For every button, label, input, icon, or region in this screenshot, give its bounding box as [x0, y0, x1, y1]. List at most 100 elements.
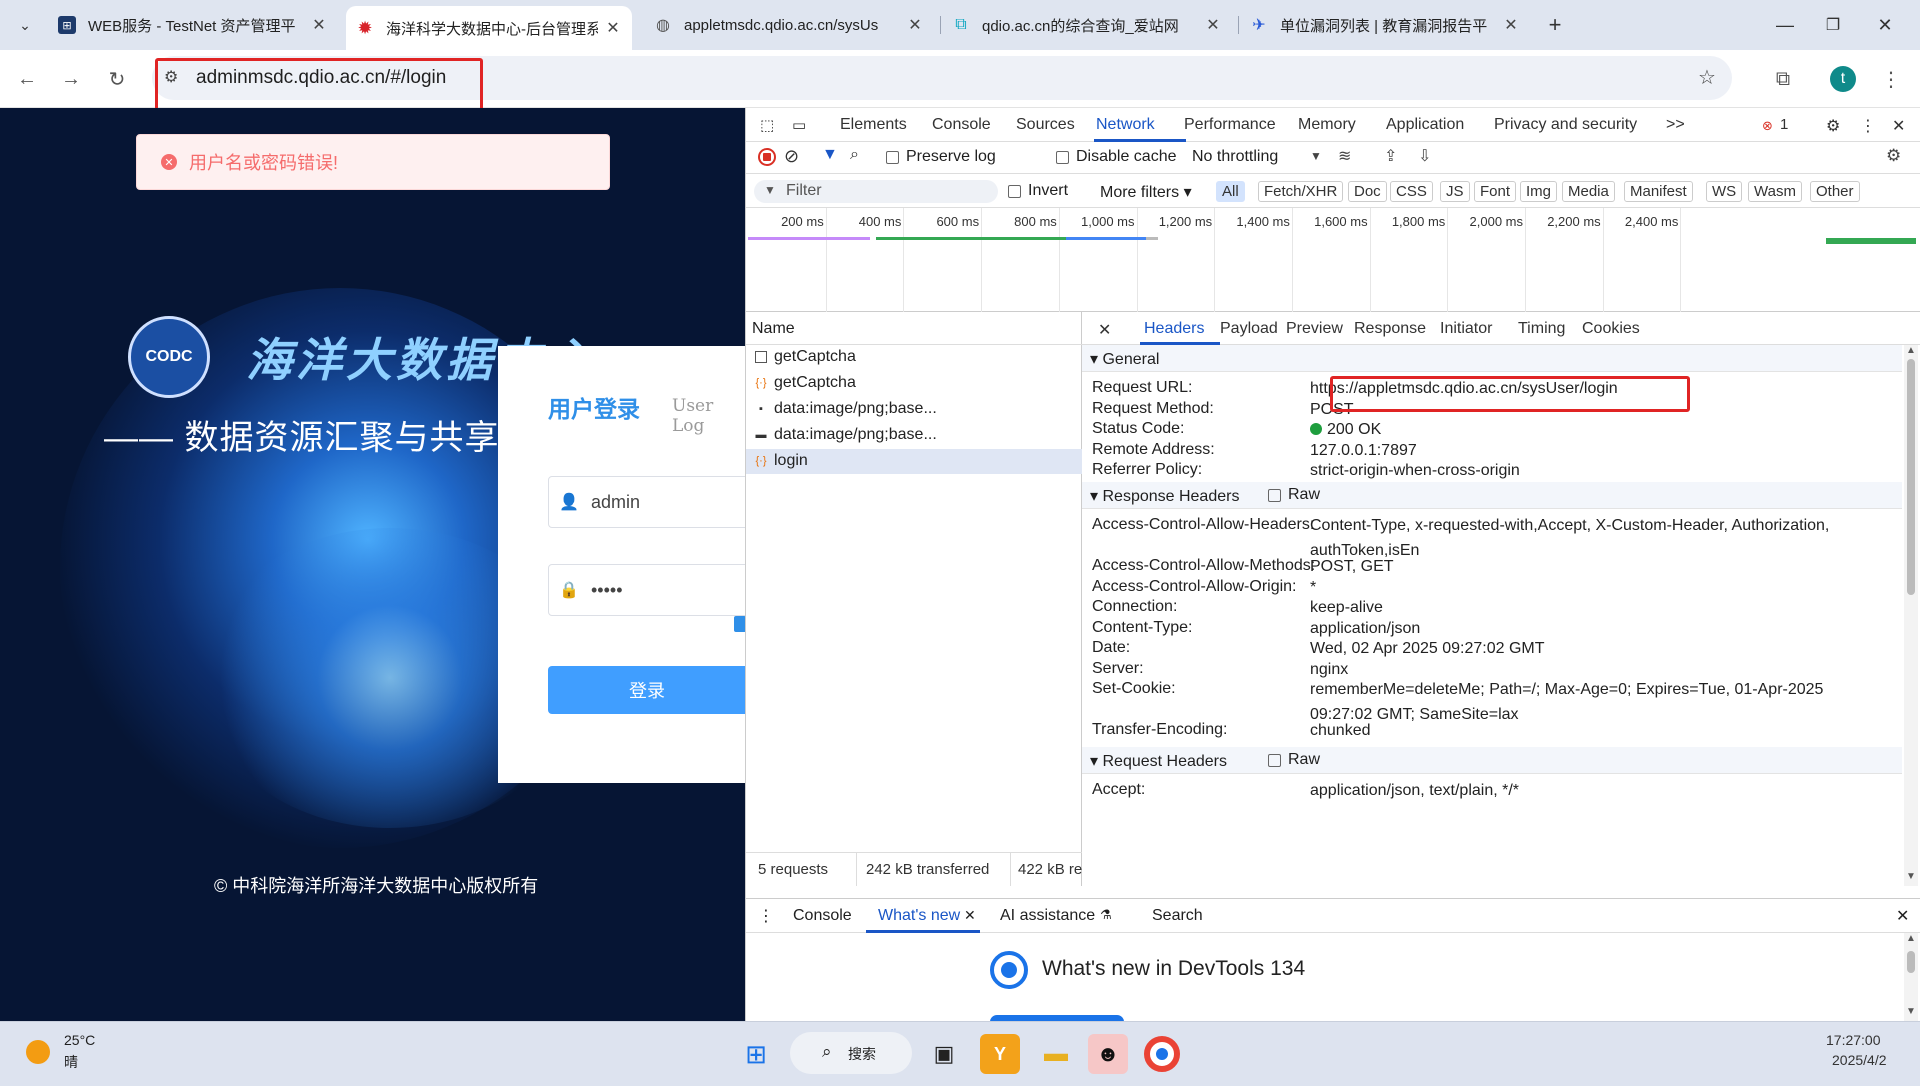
scroll-down-icon[interactable]: ▼	[1904, 871, 1918, 882]
filter-chip-manifest[interactable]: Manifest	[1624, 181, 1693, 202]
restore-icon[interactable]: ❐	[1818, 10, 1848, 40]
sun-weather-icon[interactable]	[26, 1040, 50, 1064]
request-row[interactable]: ▪ data:image/png;base...	[746, 397, 1082, 422]
browser-menu-kebab-icon[interactable]: ⋮	[1876, 64, 1906, 94]
filter-chip-js[interactable]: JS	[1440, 181, 1470, 202]
clock-time[interactable]: 17:27:00	[1826, 1032, 1881, 1048]
extensions-puzzle-icon[interactable]: ⧉	[1768, 64, 1798, 94]
throttling-dropdown-icon[interactable]: ▼	[1310, 149, 1322, 163]
record-stop-icon[interactable]	[758, 148, 776, 166]
login-button[interactable]: 登录	[548, 666, 745, 714]
taskbar-search-box[interactable]: ⌕ 搜索	[790, 1032, 912, 1074]
name-column-header[interactable]: Name	[746, 312, 1082, 345]
scrollbar-thumb[interactable]	[1907, 359, 1915, 595]
clock-date[interactable]: 2025/4/2	[1832, 1052, 1887, 1068]
response-headers-section-header[interactable]: ▾ Response Headers Raw	[1082, 482, 1902, 509]
chrome-app-icon[interactable]	[1144, 1036, 1180, 1072]
bookmark-star-icon[interactable]: ☆	[1698, 65, 1716, 90]
tab-headers[interactable]: Headers	[1144, 320, 1204, 338]
tab-edu-vuln[interactable]: ✈ 单位漏洞列表 | 教育漏洞报告平 ✕	[1240, 8, 1530, 42]
network-settings-gear-icon[interactable]: ⚙	[1886, 146, 1901, 166]
wps-app-icon[interactable]: Y	[980, 1034, 1020, 1074]
drawer-close-icon[interactable]: ✕	[1896, 906, 1909, 926]
drawer-tab-ai-assistance[interactable]: AI assistance	[1000, 907, 1095, 925]
scroll-up-icon[interactable]: ▲	[1904, 933, 1918, 944]
qq-app-icon[interactable]: ☻	[1088, 1034, 1128, 1074]
filter-chip-ws[interactable]: WS	[1706, 181, 1743, 202]
general-section-header[interactable]: ▾ General	[1082, 345, 1902, 372]
inspect-element-icon[interactable]: ⬚	[760, 116, 774, 134]
windows-start-icon[interactable]: ⊞	[736, 1034, 776, 1074]
request-headers-section-header[interactable]: ▾ Request Headers Raw	[1082, 747, 1902, 774]
tab-ocean-admin[interactable]: ✹ 海洋科学大数据中心-后台管理系 ✕	[346, 6, 632, 50]
device-toggle-icon[interactable]: ▭	[792, 116, 806, 134]
scroll-up-icon[interactable]: ▲	[1904, 345, 1918, 356]
settings-gear-icon[interactable]: ⚙	[1826, 116, 1840, 136]
reload-icon[interactable]: ↻	[102, 64, 132, 94]
devtools-close-icon[interactable]: ✕	[1892, 116, 1905, 136]
network-timeline-overview[interactable]: 200 ms 400 ms 600 ms 800 ms 1,000 ms 1,200 ms…	[746, 208, 1920, 312]
request-row-selected[interactable]: {·} login	[746, 449, 1082, 474]
more-tabs-chevron-icon[interactable]: >>	[1666, 116, 1685, 134]
search-icon[interactable]: ⌕	[850, 146, 859, 164]
drawer-tab-close-icon[interactable]: ✕	[964, 907, 976, 924]
tab-preview[interactable]: Preview	[1286, 320, 1343, 338]
devtools-menu-kebab-icon[interactable]: ⋮	[1860, 116, 1876, 136]
scroll-down-icon[interactable]: ▼	[1904, 1006, 1918, 1017]
tab-network[interactable]: Network	[1096, 116, 1155, 134]
filter-chip-css[interactable]: CSS	[1390, 181, 1433, 202]
tab-cookies[interactable]: Cookies	[1582, 320, 1640, 338]
invert-checkbox[interactable]	[1008, 185, 1021, 198]
tab-web-service[interactable]: ⊞ WEB服务 - TestNet 资产管理平 ✕	[48, 8, 338, 42]
detail-close-icon[interactable]: ✕	[1098, 320, 1111, 340]
task-view-icon[interactable]: ▣	[924, 1034, 964, 1074]
error-count-icon[interactable]: ⊗	[1762, 118, 1773, 134]
tab-application[interactable]: Application	[1386, 116, 1464, 134]
raw-checkbox[interactable]	[1268, 754, 1281, 767]
filter-chip-wasm[interactable]: Wasm	[1748, 181, 1802, 202]
drawer-menu-kebab-icon[interactable]: ⋮	[758, 906, 774, 926]
tab-elements[interactable]: Elements	[840, 116, 907, 134]
drawer-scrollbar[interactable]: ▲ ▼	[1904, 933, 1918, 1022]
drawer-tab-search[interactable]: Search	[1152, 907, 1203, 925]
drawer-tab-console[interactable]: Console	[793, 907, 852, 925]
new-tab-plus-icon[interactable]: +	[1540, 10, 1570, 40]
minimize-icon[interactable]: —	[1770, 10, 1800, 40]
filter-chip-all[interactable]: All	[1216, 181, 1245, 202]
filter-chip-img[interactable]: Img	[1520, 181, 1558, 202]
request-row[interactable]: ▬ data:image/png;base...	[746, 423, 1082, 448]
temperature[interactable]: 25°C	[64, 1032, 95, 1048]
tab-initiator[interactable]: Initiator	[1440, 320, 1492, 338]
back-arrow-icon[interactable]: ←	[12, 64, 42, 94]
tab-payload[interactable]: Payload	[1220, 320, 1278, 338]
raw-checkbox[interactable]	[1268, 489, 1281, 502]
import-har-icon[interactable]: ⇪	[1384, 146, 1397, 166]
username-input[interactable]: 👤 admin	[548, 476, 745, 528]
remember-checkbox[interactable]	[734, 616, 745, 632]
clear-icon[interactable]: ⊘	[784, 146, 799, 167]
preserve-log-checkbox[interactable]	[886, 151, 899, 164]
more-filters-dropdown[interactable]: More filters ▾	[1100, 182, 1192, 202]
export-har-icon[interactable]: ⇩	[1418, 146, 1431, 166]
request-row[interactable]: {·} getCaptcha	[746, 371, 1082, 396]
network-conditions-icon[interactable]: ≋	[1338, 146, 1351, 166]
close-icon[interactable]: ✕	[1502, 15, 1520, 35]
weather-text[interactable]: 晴	[64, 1052, 78, 1072]
scrollbar-track[interactable]: ▲ ▼	[1904, 345, 1918, 886]
filter-chip-fetch-xhr[interactable]: Fetch/XHR	[1258, 181, 1344, 202]
tab-response[interactable]: Response	[1354, 320, 1426, 338]
filter-chip-font[interactable]: Font	[1474, 181, 1517, 202]
tab-performance[interactable]: Performance	[1184, 116, 1276, 134]
tab-appletmsdc[interactable]: ◍ appletmsdc.qdio.ac.cn/sysUs ✕	[644, 8, 934, 42]
close-icon[interactable]: ✕	[604, 18, 622, 38]
error-count[interactable]: 1	[1780, 116, 1788, 133]
window-close-icon[interactable]: ✕	[1870, 10, 1900, 40]
close-icon[interactable]: ✕	[906, 15, 924, 35]
filter-input[interactable]: ▼ Filter	[754, 180, 998, 203]
close-icon[interactable]: ✕	[1204, 15, 1222, 35]
close-icon[interactable]: ✕	[310, 15, 328, 35]
tab-sources[interactable]: Sources	[1016, 116, 1075, 134]
tab-timing[interactable]: Timing	[1518, 320, 1565, 338]
drawer-tab-whats-new[interactable]: What's new	[878, 907, 960, 925]
tab-aizhan[interactable]: ⧉ qdio.ac.cn的综合查询_爱站网 ✕	[942, 8, 1232, 42]
